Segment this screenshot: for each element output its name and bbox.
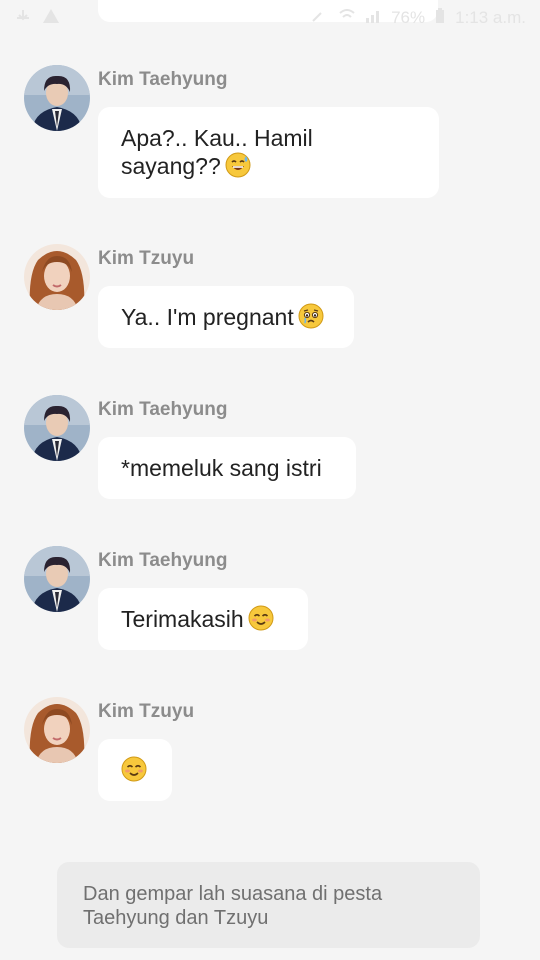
grinning-sweat-emoji-icon [225, 152, 251, 184]
narration-text: Dan gempar lah suasana di pesta Taehyung… [83, 883, 383, 929]
clock: 1:13 a.m. [455, 8, 526, 27]
message-bubble[interactable]: Terimakasih [98, 588, 308, 650]
cell-bars-icon [365, 8, 381, 28]
message-bubble[interactable]: Apa?.. Kau.. Hamil sayang?? [98, 107, 439, 198]
avatar[interactable] [24, 244, 90, 310]
smiling-blush-emoji-icon [248, 605, 274, 637]
sender-name: Kim Taehyung [98, 550, 228, 571]
avatar[interactable] [24, 546, 90, 612]
narration-box: Dan gempar lah suasana di pesta Taehyung… [57, 862, 480, 948]
message-bubble[interactable]: Ya.. I'm pregnant [98, 286, 354, 348]
wifi-icon [339, 8, 355, 28]
avatar[interactable] [24, 65, 90, 131]
download-notification-icon [14, 8, 32, 29]
sender-name: Kim Tzuyu [98, 248, 195, 269]
signal-icon [311, 8, 329, 28]
warning-notification-icon [42, 8, 60, 29]
message-bubble[interactable] [98, 739, 172, 801]
avatar[interactable] [24, 395, 90, 461]
message-text: Apa?.. Kau.. Hamil sayang?? [121, 125, 313, 179]
sender-name: Kim Taehyung [98, 399, 228, 420]
sender-name: Kim Tzuyu [98, 701, 195, 722]
teary-emoji-icon [298, 303, 324, 335]
message-text: *memeluk sang istri [121, 455, 322, 481]
sender-name: Kim Taehyung [98, 69, 228, 90]
battery-percent: 76% [391, 8, 426, 27]
status-bar: 76% 1:13 a.m. [0, 0, 540, 36]
message-bubble[interactable]: *memeluk sang istri [98, 437, 356, 499]
battery-icon [435, 7, 445, 29]
message-text: Terimakasih [121, 606, 244, 632]
smiling-blush-emoji-icon [121, 756, 147, 788]
status-right: 76% 1:13 a.m. [311, 7, 526, 29]
status-left [14, 8, 60, 29]
avatar[interactable] [24, 697, 90, 763]
message-text: Ya.. I'm pregnant [121, 304, 294, 330]
